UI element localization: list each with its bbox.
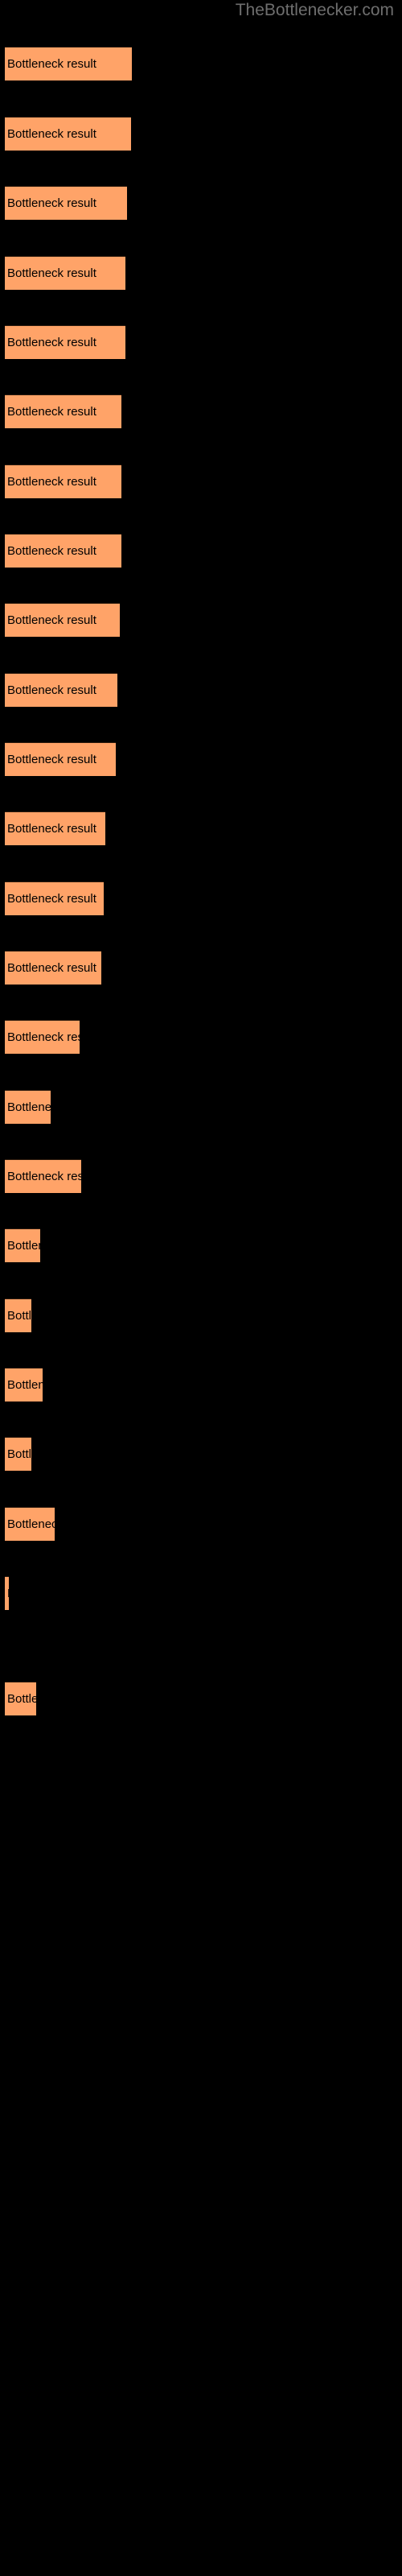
bar-row: Bottleneck result — [0, 464, 402, 498]
bar-row: Bottleneck result — [0, 673, 402, 707]
bar-row: Bottleneck result — [0, 742, 402, 776]
bar — [5, 1090, 51, 1124]
bar-row: Bottleneck result — [0, 1228, 402, 1262]
bar — [5, 742, 116, 776]
bar — [5, 47, 132, 80]
bar-row: Bottleneck result — [0, 951, 402, 985]
bar — [5, 256, 125, 290]
bar — [5, 1682, 36, 1715]
bar — [5, 534, 121, 568]
bar — [5, 811, 105, 845]
bar-row: Bottleneck result — [0, 325, 402, 359]
bar — [5, 603, 120, 637]
bar — [5, 394, 121, 428]
bar — [5, 1159, 81, 1193]
bar — [5, 117, 131, 151]
bar — [5, 1437, 31, 1471]
bar-row: Bottleneck result — [0, 1090, 402, 1124]
bar — [5, 1020, 80, 1054]
bar — [5, 1368, 43, 1402]
bar-row: Bottleneck result — [0, 811, 402, 845]
bar — [5, 186, 127, 220]
bar-row: Bottleneck result — [0, 1159, 402, 1193]
bar-row: Bottleneck result — [0, 117, 402, 151]
bar — [5, 951, 101, 985]
bar — [5, 464, 121, 498]
bar-row: Bottleneck result — [0, 1368, 402, 1402]
bottleneck-chart: TheBottlenecker.com Bottleneck result Bot… — [0, 0, 402, 2576]
bar-row: Bottleneck result — [0, 1682, 402, 1715]
bar — [5, 1576, 9, 1610]
bar-row: Bottleneck result — [0, 1576, 402, 1610]
bar-row: Bottleneck result — [0, 394, 402, 428]
bar-row: Bottleneck result — [0, 1437, 402, 1471]
bar — [5, 325, 125, 359]
bar-row: Bottleneck result — [0, 534, 402, 568]
bar-row: Bottleneck result — [0, 256, 402, 290]
bar-row: Bottleneck result — [0, 1507, 402, 1541]
bar-list: Bottleneck result Bottleneck result Bottle… — [0, 0, 402, 2576]
bar — [5, 1298, 31, 1332]
bar-row: Bottleneck result — [0, 47, 402, 80]
bar-row: Bottleneck result — [0, 881, 402, 915]
bar-row: Bottleneck result — [0, 1298, 402, 1332]
bar-row: Bottleneck result — [0, 1020, 402, 1054]
bar — [5, 881, 104, 915]
bar — [5, 1507, 55, 1541]
bar-row: Bottleneck result — [0, 603, 402, 637]
bar — [5, 673, 117, 707]
bar-row: Bottleneck result — [0, 186, 402, 220]
bar — [5, 1228, 40, 1262]
